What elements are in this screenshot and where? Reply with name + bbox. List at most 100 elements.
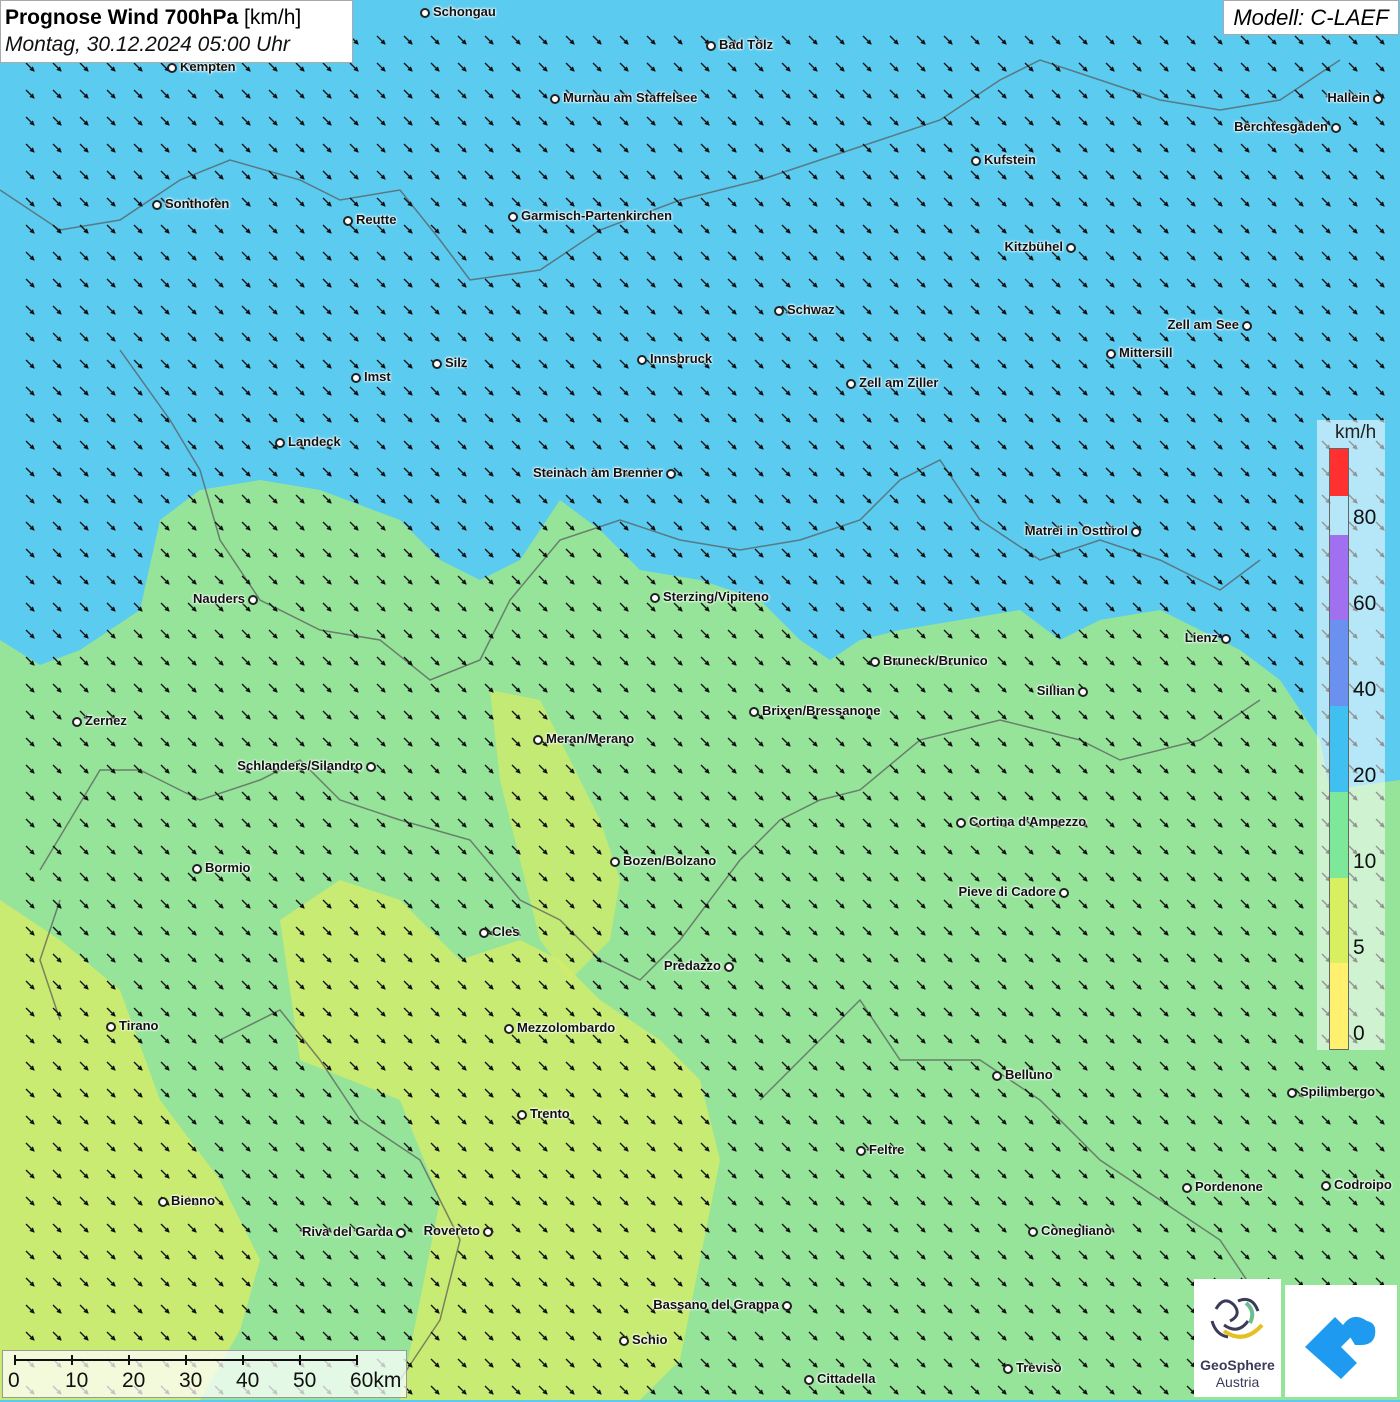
city-dot-icon [1221,634,1231,644]
city-label: Spilimbergo [1300,1084,1376,1099]
city-dot-icon [1003,1364,1013,1374]
city-dot-icon [971,156,981,166]
city-label: Lienz [1184,630,1218,645]
city-dot-icon [1321,1181,1331,1191]
city-label: Pordenone [1195,1179,1263,1194]
city-label: Sterzing/Vipiteno [663,589,769,604]
city-dot-icon [1182,1183,1192,1193]
city-dot-icon [956,818,966,828]
city-label: Schio [632,1332,668,1347]
legend-swatch [1330,877,1348,964]
city-dot-icon [637,355,647,365]
scale-label: 50 [293,1369,317,1392]
city-label: Steinach am Brenner [532,465,663,480]
city-dot-icon [396,1228,406,1238]
city-label: Sonthofen [165,196,230,211]
city-dot-icon [724,962,734,972]
city-dot-icon [619,1336,629,1346]
city-label: Rovereto [423,1223,480,1238]
city-label: Mittersill [1119,345,1173,360]
city-label: Pieve di Cadore [958,884,1056,899]
city-dot-icon [517,1110,527,1120]
city-label: Hallein [1327,90,1370,105]
city-dot-icon [343,216,353,226]
city-dot-icon [1106,349,1116,359]
legend-label: 5 [1353,936,1365,959]
legend-swatch [1330,791,1348,878]
city-label: Bozen/Bolzano [623,853,717,868]
map-title-box: Prognose Wind 700hPa [km/h] Montag, 30.1… [0,0,353,63]
logo-name: GeoSphere [1200,1357,1275,1373]
geosphere-logo-icon [1210,1297,1264,1339]
scale-label: 10 [65,1369,89,1392]
legend-label: 10 [1353,850,1377,873]
city-dot-icon [483,1227,493,1237]
city-label: Bad Tölz [719,37,774,52]
city-label: Murnau am Staffelsee [563,90,698,105]
city-label: Bormio [205,860,251,875]
city-label: Bruneck/Brunico [883,653,988,668]
city-dot-icon [804,1375,814,1385]
city-dot-icon [749,707,759,717]
city-dot-icon [533,735,543,745]
legend-swatch [1330,620,1348,707]
model-label: Modell: C-LAEF [1223,0,1399,35]
city-dot-icon [666,469,676,479]
city-dot-icon [152,200,162,210]
city-dot-icon [782,1301,792,1311]
scale-label: 30 [179,1369,203,1392]
city-label: Schlanders/Silandro [237,758,363,773]
city-label: Innsbruck [650,351,713,366]
city-label: Belluno [1005,1067,1053,1082]
city-label: Kufstein [984,152,1036,167]
city-dot-icon [610,857,620,867]
legend-label: 60 [1353,592,1377,615]
city-label: Schwaz [787,302,835,317]
city-label: Conegliano [1041,1223,1112,1238]
city-label: Meran/Merano [546,731,635,746]
city-label: Berchtesgaden [1234,119,1328,134]
legend-label: 80 [1353,506,1377,529]
legend-unit: km/h [1335,422,1377,443]
legend-label: 0 [1353,1022,1365,1045]
city-dot-icon [856,1146,866,1156]
city-dot-icon [432,359,442,369]
city-dot-icon [106,1022,116,1032]
city-dot-icon [420,8,430,18]
city-dot-icon [1078,687,1088,697]
legend-label: 20 [1353,764,1377,787]
legend-color-bar [1329,448,1349,1050]
city-label: Schongau [433,4,496,19]
city-dot-icon [351,373,361,383]
city-dot-icon [650,593,660,603]
city-label: Feltre [869,1142,905,1157]
scale-label: 60km [350,1369,402,1392]
city-dot-icon [366,762,376,772]
city-dot-icon [504,1024,514,1034]
city-label: Trento [530,1106,570,1121]
map-title: Prognose Wind 700hPa [km/h] [5,6,302,29]
city-label: Codroipo [1334,1177,1392,1192]
scale-bar: 0 10 20 30 40 50 60km [2,1350,407,1398]
city-dot-icon [706,41,716,51]
city-dot-icon [1331,123,1341,133]
city-label: Bassano del Grappa [653,1297,779,1312]
city-label: Kitzbühel [1004,239,1064,254]
legend-swatch [1330,534,1348,621]
city-dot-icon [774,306,784,316]
legend-label: 40 [1353,678,1377,701]
geosphere-logo: GeoSphere Austria [1194,1279,1281,1397]
legend-swatch [1330,963,1348,1049]
scale-label: 40 [236,1369,260,1392]
city-dot-icon [158,1197,168,1207]
city-label: Cittadella [817,1371,876,1386]
city-label: Bienno [171,1193,216,1208]
city-label: Treviso [1016,1360,1062,1375]
city-dot-icon [192,864,202,874]
city-dot-icon [72,717,82,727]
city-label: Cortina d'Ampezzo [969,814,1087,829]
city-dot-icon [550,94,560,104]
color-legend: km/h 80 60 40 20 10 5 0 [1317,420,1385,1050]
city-label: Imst [364,369,391,384]
city-dot-icon [1028,1227,1038,1237]
